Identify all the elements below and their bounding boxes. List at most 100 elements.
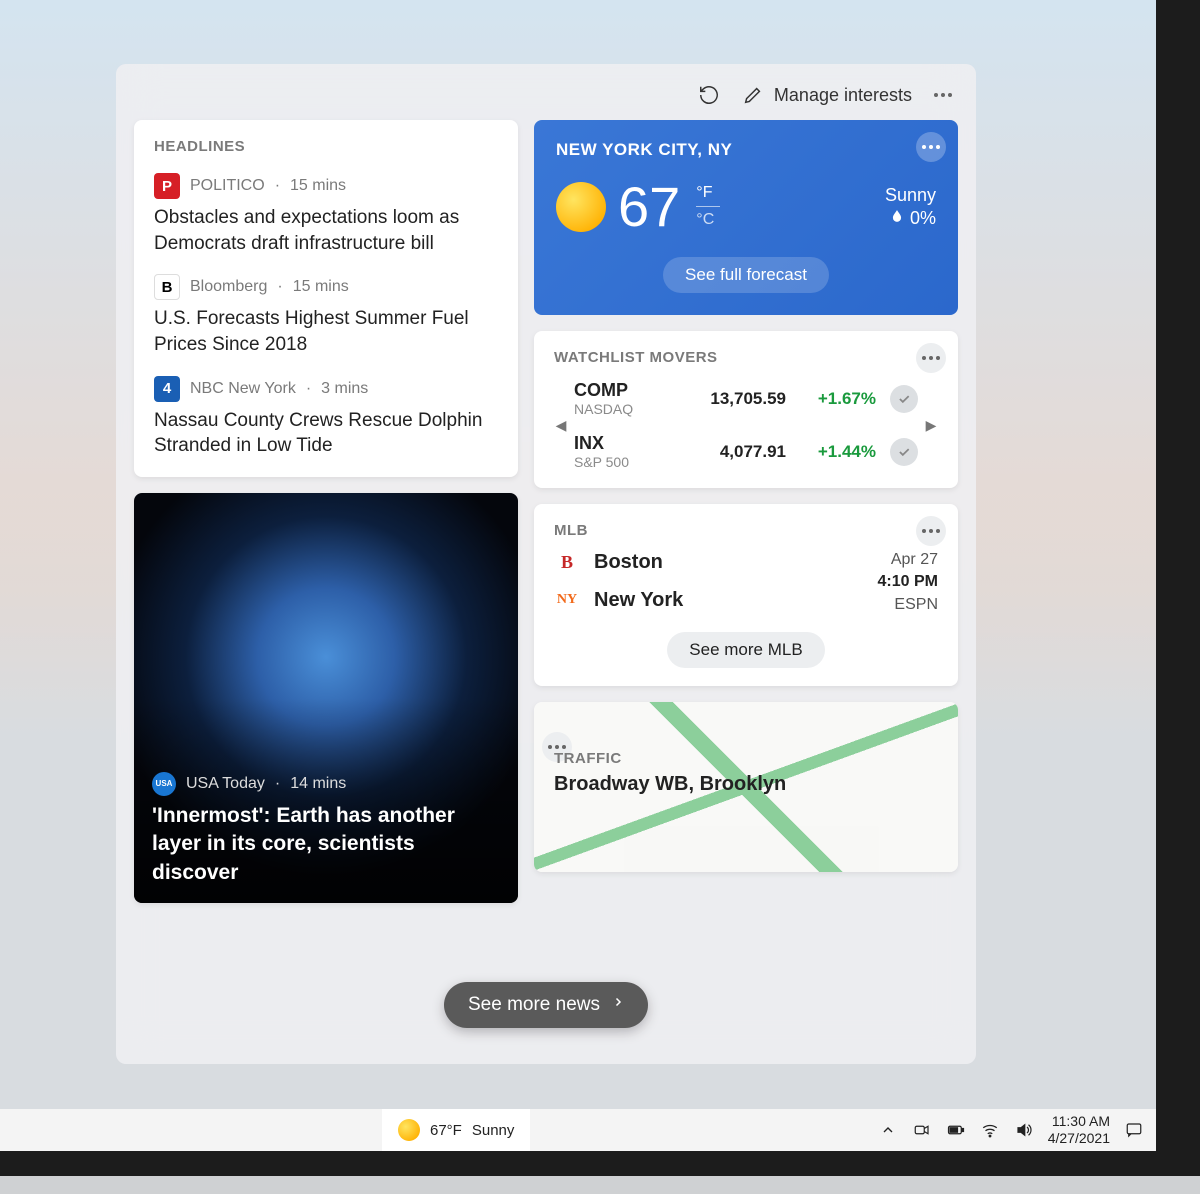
stock-price: 13,705.59 <box>696 389 786 409</box>
sun-icon <box>398 1119 420 1141</box>
manage-interests-button[interactable]: Manage interests <box>742 84 912 106</box>
refresh-icon <box>698 84 720 106</box>
headline-item[interactable]: P POLITICO · 15 mins Obstacles and expec… <box>154 173 498 256</box>
watchlist-card: WATCHLIST MOVERS ◀ COMP NASDAQ 13,705.59… <box>534 331 958 488</box>
volume-icon[interactable] <box>1014 1120 1034 1140</box>
unit-c[interactable]: °C <box>696 211 720 229</box>
source-name: POLITICO <box>190 177 265 195</box>
stock-change: +1.44% <box>800 442 876 462</box>
ellipsis-icon <box>934 93 952 97</box>
game-channel: ESPN <box>878 594 938 616</box>
ellipsis-icon <box>922 356 940 360</box>
weather-condition: Sunny <box>885 185 936 206</box>
weather-card-menu[interactable] <box>916 132 946 162</box>
headline-item[interactable]: B Bloomberg · 15 mins U.S. Forecasts Hig… <box>154 274 498 357</box>
source-name: NBC New York <box>190 380 296 398</box>
device-bezel <box>1156 0 1200 1151</box>
feature-news-title: 'Innermost': Earth has another layer in … <box>152 802 500 887</box>
ellipsis-icon <box>922 145 940 149</box>
headline-item[interactable]: 4 NBC New York · 3 mins Nassau County Cr… <box>154 376 498 459</box>
stock-row[interactable]: COMP NASDAQ 13,705.59 +1.67% <box>574 380 918 417</box>
game-info: Apr 27 4:10 PM ESPN <box>878 549 938 616</box>
pencil-icon <box>742 84 764 106</box>
game-time: 4:10 PM <box>878 571 938 593</box>
droplet-icon <box>890 208 904 229</box>
see-more-news-label: See more news <box>468 994 600 1016</box>
game-date: Apr 27 <box>878 549 938 571</box>
taskbar-clock[interactable]: 11:30 AM 4/27/2021 <box>1048 1113 1110 1147</box>
headline-title: Obstacles and expectations loom as Democ… <box>154 205 498 256</box>
unit-toggle[interactable]: °F °C <box>696 184 720 229</box>
stock-change: +1.67% <box>800 389 876 409</box>
team-name: New York <box>594 589 683 612</box>
team-row[interactable]: NY New York <box>554 587 683 613</box>
watchlist-card-menu[interactable] <box>916 343 946 373</box>
see-more-mlb-button[interactable]: See more MLB <box>667 632 824 668</box>
watchlist-prev-button[interactable]: ◀ <box>554 417 568 434</box>
traffic-route: Broadway WB, Brooklyn <box>554 773 938 796</box>
check-icon[interactable] <box>890 385 918 413</box>
traffic-card[interactable]: TRAFFIC Broadway WB, Brooklyn <box>534 702 958 872</box>
source-badge: B <box>154 274 180 300</box>
stock-symbol: COMP <box>574 380 682 401</box>
taskbar-time: 11:30 AM <box>1048 1113 1110 1130</box>
ellipsis-icon <box>922 529 940 533</box>
ellipsis-icon <box>548 745 566 749</box>
age-label: 15 mins <box>290 177 346 195</box>
meet-now-icon[interactable] <box>912 1120 932 1140</box>
stock-exchange: S&P 500 <box>574 454 682 470</box>
team-logo: B <box>554 549 580 575</box>
source-badge: 4 <box>154 376 180 402</box>
manage-interests-label: Manage interests <box>774 85 912 106</box>
watchlist-next-button[interactable]: ▶ <box>924 417 938 434</box>
action-center-icon[interactable] <box>1124 1120 1144 1140</box>
headline-title: U.S. Forecasts Highest Summer Fuel Price… <box>154 306 498 357</box>
source-name: Bloomberg <box>190 278 267 296</box>
refresh-button[interactable] <box>698 84 720 106</box>
taskbar-date: 4/27/2021 <box>1048 1130 1110 1147</box>
mlb-card: MLB B Boston NY New York Apr 27 <box>534 504 958 686</box>
taskbar-temp: 67°F <box>430 1122 462 1139</box>
wifi-icon[interactable] <box>980 1120 1000 1140</box>
check-icon[interactable] <box>890 438 918 466</box>
watchlist-header: WATCHLIST MOVERS <box>554 349 938 366</box>
weather-city: NEW YORK CITY, NY <box>556 140 936 160</box>
more-button[interactable] <box>934 93 952 97</box>
taskbar-condition: Sunny <box>472 1122 515 1139</box>
mlb-card-menu[interactable] <box>916 516 946 546</box>
precip-value: 0% <box>910 208 936 229</box>
sun-icon <box>556 182 606 232</box>
headlines-card: HEADLINES P POLITICO · 15 mins Obstacles… <box>134 120 518 477</box>
source-badge: P <box>154 173 180 199</box>
temperature-value: 67 <box>618 174 680 239</box>
unit-f[interactable]: °F <box>696 184 720 202</box>
flyout-toolbar: Manage interests <box>134 80 958 120</box>
battery-icon[interactable] <box>946 1120 966 1140</box>
headline-title: Nassau County Crews Rescue Dolphin Stran… <box>154 408 498 459</box>
team-name: Boston <box>594 551 663 574</box>
traffic-header: TRAFFIC <box>554 750 938 767</box>
taskbar-weather-chip[interactable]: 67°F Sunny <box>382 1109 530 1151</box>
feature-news-card[interactable]: USA USA Today · 14 mins 'Innermost': Ear… <box>134 493 518 903</box>
stock-row[interactable]: INX S&P 500 4,077.91 +1.44% <box>574 433 918 470</box>
news-and-interests-flyout: Manage interests HEADLINES P POLITICO · … <box>116 64 976 1064</box>
weather-card[interactable]: NEW YORK CITY, NY 67 °F °C Sunny <box>534 120 958 315</box>
taskbar: 67°F Sunny 11:30 AM 4/27/2021 <box>0 1109 1156 1151</box>
age-label: 3 mins <box>321 380 368 398</box>
mlb-header: MLB <box>554 522 938 539</box>
chevron-right-icon <box>612 994 624 1016</box>
source-name: USA Today <box>186 775 265 793</box>
see-more-news-button[interactable]: See more news <box>444 982 648 1028</box>
team-logo: NY <box>554 587 580 613</box>
team-row[interactable]: B Boston <box>554 549 683 575</box>
age-label: 15 mins <box>293 278 349 296</box>
tray-expand-icon[interactable] <box>878 1120 898 1140</box>
headlines-header: HEADLINES <box>154 138 498 155</box>
source-badge: USA <box>152 772 176 796</box>
see-full-forecast-button[interactable]: See full forecast <box>663 257 829 293</box>
stock-price: 4,077.91 <box>696 442 786 462</box>
stock-symbol: INX <box>574 433 682 454</box>
stock-exchange: NASDAQ <box>574 401 682 417</box>
device-bezel <box>0 1151 1200 1194</box>
age-label: 14 mins <box>290 775 346 793</box>
